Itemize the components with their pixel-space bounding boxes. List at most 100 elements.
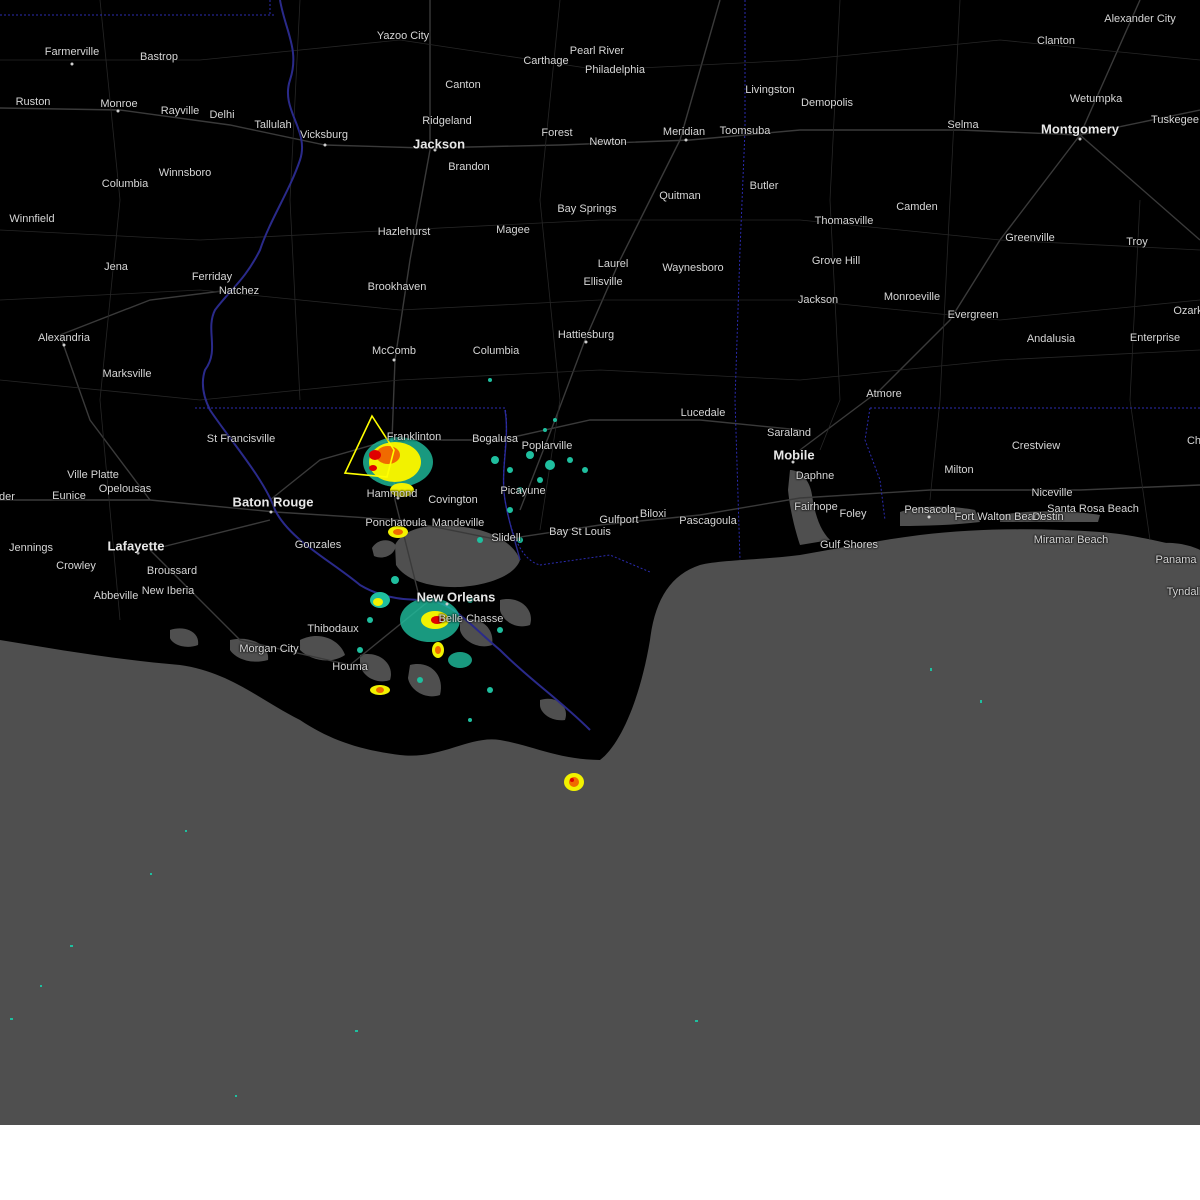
city-label: Tyndall xyxy=(1166,586,1200,598)
city-label: Ellisville xyxy=(583,276,623,288)
city-label: Panama xyxy=(1155,554,1197,566)
city-label: Mandeville xyxy=(431,517,485,529)
city-label: Livingston xyxy=(745,84,795,96)
city-label: Slidell xyxy=(491,532,521,544)
city-label: Philadelphia xyxy=(585,64,645,76)
city-label: Ridgeland xyxy=(422,115,472,127)
city-label: Laurel xyxy=(597,258,629,270)
city-label: Houma xyxy=(332,661,368,673)
city-label: Clanton xyxy=(1037,35,1075,47)
city-label: Butler xyxy=(749,180,779,192)
city-label: Alexandria xyxy=(38,332,90,344)
city-label: Yazoo City xyxy=(376,30,430,42)
city-label: Monroeville xyxy=(883,291,941,303)
city-label: New Orleans xyxy=(416,589,496,605)
city-label: Jackson xyxy=(797,294,839,306)
city-label: Columbia xyxy=(472,345,520,357)
city-label: Ferriday xyxy=(191,271,233,283)
radar-map[interactable]: Farmerville Bastrop Yazoo City Pearl Riv… xyxy=(0,0,1200,1125)
city-label: Bay Springs xyxy=(557,203,617,215)
city-label: Miramar Beach xyxy=(1033,534,1109,546)
lake-maurepas xyxy=(372,540,396,558)
city-label: Gulfport xyxy=(599,514,639,526)
city-label: Hattiesburg xyxy=(557,329,615,341)
city-label: Thomasville xyxy=(814,215,874,227)
city-label: Foley xyxy=(839,508,867,520)
city-label: der xyxy=(0,491,15,503)
city-label: Farmerville xyxy=(44,46,100,58)
city-label: Ponchatoula xyxy=(365,517,427,529)
city-label: Marksville xyxy=(102,368,152,380)
city-label: Selma xyxy=(947,119,979,131)
city-label: Tallulah xyxy=(254,119,292,131)
city-label: Vicksburg xyxy=(299,129,349,141)
city-label: Camden xyxy=(896,201,938,213)
city-label: Forest xyxy=(541,127,573,139)
city-label: St Francisville xyxy=(206,433,276,445)
city-label: Canton xyxy=(445,79,481,91)
city-label: Thibodaux xyxy=(307,623,359,635)
city-label: Biloxi xyxy=(639,508,667,520)
city-label: Evergreen xyxy=(947,309,999,321)
city-label: Waynesboro xyxy=(662,262,724,274)
city-label: Andalusia xyxy=(1026,333,1076,345)
city-label: Ruston xyxy=(15,96,51,108)
city-label: Lafayette xyxy=(107,538,165,554)
city-label: Toomsuba xyxy=(719,125,771,137)
city-label: Quitman xyxy=(659,190,701,202)
bottom-margin xyxy=(0,1125,1200,1200)
city-label: Ozark xyxy=(1173,305,1200,317)
city-label: Baton Rouge xyxy=(232,494,314,510)
city-label: Pensacola xyxy=(904,504,956,516)
city-label: Monroe xyxy=(100,98,138,110)
city-label: Saraland xyxy=(766,427,812,439)
city-label: Pascagoula xyxy=(679,515,737,527)
mississippi-river xyxy=(201,0,591,731)
city-label: Atmore xyxy=(866,388,902,400)
city-label: Niceville xyxy=(1031,487,1073,499)
city-label: Brookhaven xyxy=(367,281,427,293)
city-label: Lucedale xyxy=(680,407,726,419)
city-label: Wetumpka xyxy=(1069,93,1123,105)
city-label: Natchez xyxy=(218,285,260,297)
city-label: Ch xyxy=(1186,435,1200,447)
city-label: Columbia xyxy=(101,178,149,190)
city-label: Covington xyxy=(428,494,478,506)
city-label: Brandon xyxy=(448,161,490,173)
city-label: Picayune xyxy=(500,485,546,497)
city-label: Winnsboro xyxy=(158,167,212,179)
city-label: Hazlehurst xyxy=(377,226,431,238)
city-label: Hammond xyxy=(366,488,418,500)
city-label: Crowley xyxy=(56,560,96,572)
city-label: Greenville xyxy=(1005,232,1055,244)
city-label: Abbeville xyxy=(93,590,139,602)
city-label: Meridian xyxy=(662,126,706,138)
city-label: Alexander City xyxy=(1104,13,1176,25)
city-label: Crestview xyxy=(1011,440,1061,452)
city-label: Newton xyxy=(589,136,627,148)
city-label: Mobile xyxy=(773,447,815,463)
city-label: Franklinton xyxy=(386,431,442,443)
city-label: Jena xyxy=(104,261,128,273)
city-label: Morgan City xyxy=(239,643,299,655)
city-label: Belle Chasse xyxy=(438,613,504,625)
city-label: Broussard xyxy=(146,565,198,577)
city-label: Bogalusa xyxy=(472,433,518,445)
city-label: Carthage xyxy=(523,55,569,67)
city-label: Santa Rosa Beach xyxy=(1047,503,1139,515)
city-label: Demopolis xyxy=(801,97,853,109)
city-label: Milton xyxy=(944,464,974,476)
city-label: Jennings xyxy=(8,542,54,554)
city-label: Gulf Shores xyxy=(819,539,879,551)
city-label: Jackson xyxy=(412,136,466,152)
city-label: Ville Platte xyxy=(67,469,119,481)
city-label: Enterprise xyxy=(1129,332,1181,344)
gulf-of-mexico xyxy=(0,529,1200,1125)
city-label: Eunice xyxy=(52,490,86,502)
city-label: Winnfield xyxy=(9,213,55,225)
city-label: Tuskegee xyxy=(1151,114,1199,126)
city-label: Fairhope xyxy=(794,501,838,513)
city-label: Montgomery xyxy=(1041,121,1119,137)
city-label: Bastrop xyxy=(140,51,178,63)
city-label: Gonzales xyxy=(294,539,342,551)
